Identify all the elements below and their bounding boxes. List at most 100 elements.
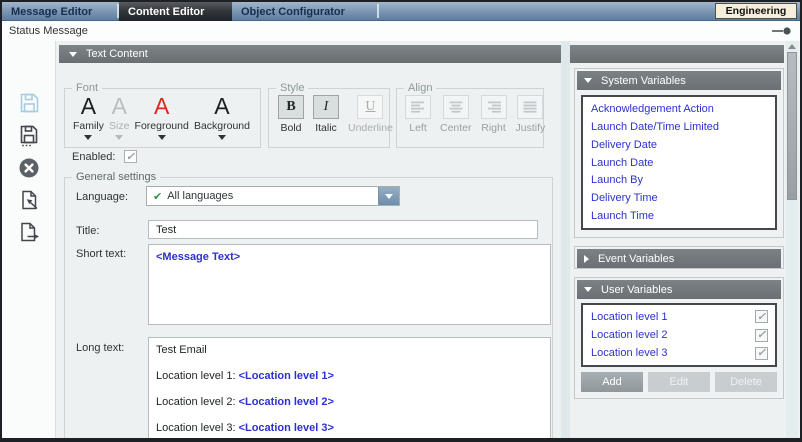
- user-variable-label: Location level 1: [591, 311, 755, 323]
- import-icon[interactable]: [16, 187, 42, 213]
- long-text-line: Test Email: [156, 344, 543, 357]
- event-variables-title: Event Variables: [598, 253, 674, 265]
- user-variable-label: Location level 3: [591, 347, 755, 359]
- language-dropdown[interactable]: All languages: [146, 186, 400, 206]
- list-item[interactable]: Location level 1: [583, 310, 775, 323]
- system-variables-header[interactable]: System Variables: [577, 71, 781, 90]
- align-right-icon: [487, 101, 501, 113]
- long-text-area[interactable]: Test Email Location level 1: <Location l…: [148, 337, 551, 442]
- font-background-button[interactable]: A Background: [194, 94, 250, 140]
- breadcrumb: Status Message: [9, 25, 88, 37]
- font-family-button[interactable]: A Family: [73, 94, 104, 140]
- title-value: Test: [156, 224, 176, 236]
- user-variables-header[interactable]: User Variables: [577, 280, 781, 299]
- location-level-3-token: <Location level 3>: [239, 422, 334, 434]
- user-variable-checkbox[interactable]: [755, 329, 768, 342]
- align-left-button: [405, 95, 431, 119]
- font-foreground-label: Foreground: [135, 120, 189, 132]
- add-button[interactable]: Add: [581, 372, 643, 392]
- enabled-label: Enabled:: [72, 151, 115, 163]
- user-variable-checkbox[interactable]: [755, 347, 768, 360]
- tab-content-editor[interactable]: Content Editor: [119, 2, 232, 21]
- vertical-scrollbar[interactable]: [786, 41, 798, 438]
- export-icon[interactable]: [16, 219, 42, 245]
- collapse-arrow-icon: [584, 78, 592, 83]
- long-text-label: Long text:: [76, 342, 124, 354]
- user-variable-label: Location level 2: [591, 329, 755, 341]
- window-border: [0, 0, 802, 2]
- dropdown-arrow-icon: [115, 135, 123, 140]
- title-label: Title:: [76, 225, 99, 237]
- list-item[interactable]: Launch Date: [591, 157, 775, 169]
- tab-label: Content Editor: [128, 6, 204, 18]
- list-item[interactable]: Location level 2: [583, 329, 775, 342]
- left-toolbar: [2, 41, 56, 438]
- save-as-icon[interactable]: [16, 123, 42, 149]
- cancel-icon[interactable]: [16, 155, 42, 181]
- bold-button[interactable]: B: [278, 95, 304, 119]
- language-dropdown-button[interactable]: [378, 187, 399, 205]
- engineering-mode-badge: Engineering: [715, 3, 797, 19]
- checkmark-icon: [126, 151, 135, 163]
- tab-label: Object Configurator: [241, 6, 345, 18]
- align-justify-label: Justify: [516, 122, 546, 134]
- underline-button: U: [357, 95, 383, 119]
- checkmark-icon: [757, 347, 766, 359]
- font-size-label: Size: [109, 120, 129, 132]
- breadcrumb-row: Status Message: [2, 21, 800, 41]
- green-check-icon: [153, 190, 162, 203]
- dropdown-arrow-icon: [158, 135, 166, 140]
- tab-separator: [377, 4, 379, 18]
- location-level-3-prefix: Location level 3:: [156, 422, 239, 434]
- bold-label: Bold: [280, 122, 301, 134]
- text-content-title: Text Content: [86, 48, 148, 60]
- collapse-arrow-icon: [69, 52, 77, 57]
- list-item[interactable]: Delivery Date: [591, 139, 775, 151]
- dropdown-arrow-icon: [218, 135, 226, 140]
- align-left-label: Left: [409, 122, 427, 134]
- delete-button: Delete: [715, 372, 777, 392]
- collapse-arrow-icon: [584, 287, 592, 292]
- text-content-header[interactable]: Text Content: [59, 45, 784, 63]
- scrollbar-thumb[interactable]: [787, 52, 797, 200]
- long-text-line: Location level 2: <Location level 2>: [156, 396, 543, 409]
- long-text-line: Location level 1: <Location level 1>: [156, 370, 543, 383]
- event-variables-header[interactable]: Event Variables: [577, 249, 781, 268]
- expand-arrow-icon: [584, 255, 589, 263]
- tab-label: Message Editor: [11, 6, 92, 18]
- location-level-2-token: <Location level 2>: [239, 396, 334, 408]
- list-item[interactable]: Delivery Time: [591, 192, 775, 204]
- engineering-mode-label: Engineering: [726, 5, 787, 17]
- app-window: Message Editor Content Editor Object Con…: [0, 0, 802, 442]
- long-text-line: Location level 3: <Location level 3>: [156, 422, 543, 435]
- list-item[interactable]: Acknowledgement Action: [591, 103, 775, 115]
- user-variable-checkbox[interactable]: [755, 310, 768, 323]
- italic-label: Italic: [315, 122, 337, 134]
- tab-message-editor[interactable]: Message Editor: [2, 2, 117, 21]
- list-item[interactable]: Location level 3: [583, 347, 775, 360]
- tab-object-configurator[interactable]: Object Configurator: [232, 2, 377, 21]
- short-text-area[interactable]: <Message Text>: [148, 244, 551, 325]
- short-text-label: Short text:: [76, 248, 126, 260]
- italic-button[interactable]: I: [313, 95, 339, 119]
- enabled-checkbox[interactable]: [124, 150, 137, 163]
- font-foreground-icon: A: [154, 94, 169, 119]
- splitter-handle[interactable]: [561, 41, 570, 438]
- dropdown-arrow-icon: [84, 135, 92, 140]
- window-border: [0, 438, 802, 442]
- checkmark-icon: [757, 311, 766, 323]
- align-center-button: [443, 95, 469, 119]
- font-family-icon: A: [81, 94, 96, 119]
- tab-bar: Message Editor Content Editor Object Con…: [2, 2, 800, 21]
- style-group-label: Style: [276, 82, 308, 95]
- message-text-token: <Message Text>: [156, 251, 240, 263]
- pin-icon[interactable]: [771, 26, 792, 39]
- list-item[interactable]: Launch By: [591, 174, 775, 186]
- title-input[interactable]: Test: [148, 220, 538, 239]
- scroll-up-arrow-icon[interactable]: [788, 44, 796, 49]
- font-foreground-button[interactable]: A Foreground: [135, 94, 189, 140]
- user-variables-list: Location level 1 Location level 2 Locati…: [581, 303, 777, 367]
- align-justify-icon: [523, 101, 537, 113]
- list-item[interactable]: Launch Date/Time Limited: [591, 121, 775, 133]
- list-item[interactable]: Launch Time: [591, 210, 775, 222]
